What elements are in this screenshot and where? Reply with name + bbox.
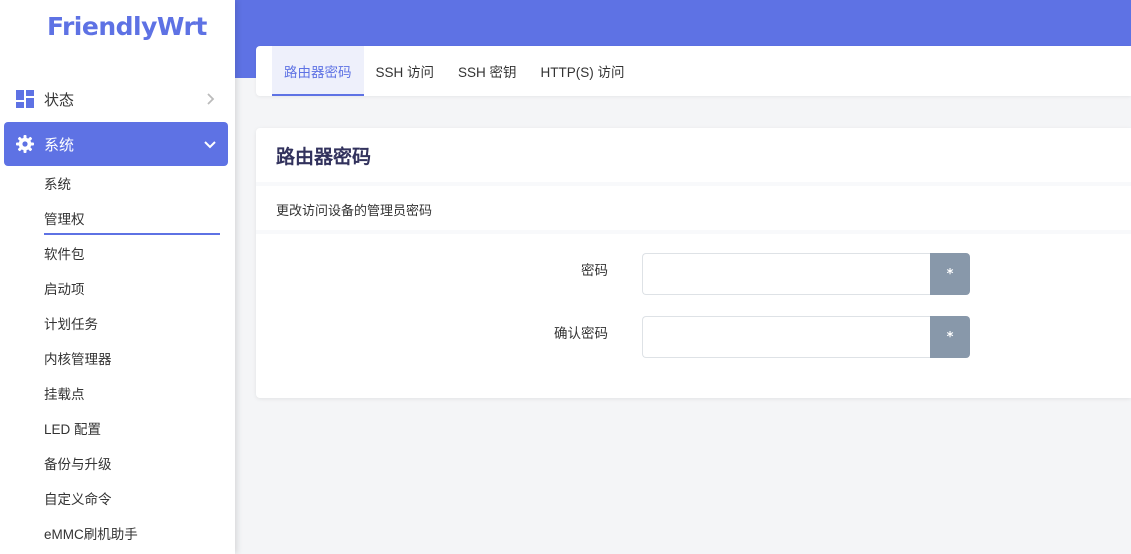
dashboard-icon	[16, 90, 34, 108]
submenu-item-kernel-manager[interactable]: 内核管理器	[0, 342, 235, 377]
submenu-item-backup-upgrade[interactable]: 备份与升级	[0, 447, 235, 482]
submenu-item-administration[interactable]: 管理权	[0, 202, 235, 237]
submenu-item-system[interactable]: 系统	[0, 167, 235, 202]
menu-status[interactable]: 状态	[4, 77, 228, 121]
submenu-item-software[interactable]: 软件包	[0, 237, 235, 272]
tab-https-access[interactable]: HTTP(S) 访问	[529, 46, 637, 96]
section-title: 路由器密码	[276, 147, 372, 168]
tab-bar: 路由器密码 SSH 访问 SSH 密钥 HTTP(S) 访问	[256, 46, 1131, 96]
tab-router-password[interactable]: 路由器密码	[272, 46, 364, 96]
password-input[interactable]	[642, 253, 930, 295]
submenu-item-mount-points[interactable]: 挂载点	[0, 377, 235, 412]
divider	[256, 230, 1131, 234]
chevron-right-icon	[207, 93, 215, 105]
sidebar: FriendlyWrt 状态 系统 系统 管理权 软件包 启动项 计划任务 内核…	[0, 0, 235, 554]
submenu-item-startup[interactable]: 启动项	[0, 272, 235, 307]
submenu-item-scheduled-tasks[interactable]: 计划任务	[0, 307, 235, 342]
chevron-down-icon	[204, 141, 216, 149]
tab-ssh-keys[interactable]: SSH 密钥	[446, 46, 529, 96]
system-submenu: 系统 管理权 软件包 启动项 计划任务 内核管理器 挂载点 LED 配置 备份与…	[0, 167, 235, 552]
reveal-password-button[interactable]: *	[930, 253, 970, 295]
submenu-item-emmc-flasher[interactable]: eMMC刷机助手	[0, 517, 235, 552]
reveal-confirm-password-button[interactable]: *	[930, 316, 970, 358]
tab-ssh-access[interactable]: SSH 访问	[364, 46, 447, 96]
gear-icon	[16, 135, 34, 153]
confirm-password-label: 确认密码	[554, 326, 608, 341]
submenu-item-led-config[interactable]: LED 配置	[0, 412, 235, 447]
submenu-item-custom-commands[interactable]: 自定义命令	[0, 482, 235, 517]
menu-status-label: 状态	[44, 91, 75, 109]
router-password-card: 路由器密码 更改访问设备的管理员密码 密码 * 确认密码 *	[256, 128, 1131, 398]
menu-system[interactable]: 系统	[4, 122, 228, 166]
brand-logo[interactable]: FriendlyWrt	[47, 12, 207, 41]
confirm-password-input[interactable]	[642, 316, 930, 358]
password-label: 密码	[581, 263, 608, 278]
divider	[256, 182, 1131, 186]
menu-system-label: 系统	[44, 136, 75, 154]
section-description: 更改访问设备的管理员密码	[276, 203, 433, 218]
